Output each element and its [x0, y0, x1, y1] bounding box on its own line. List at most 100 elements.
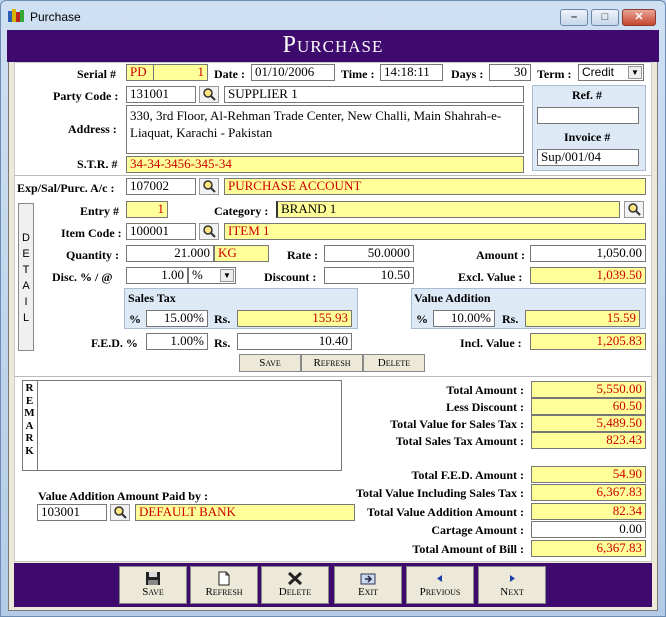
item-name-field[interactable]: ITEM 1 — [224, 223, 646, 240]
total-bill-field[interactable]: 6,367.83 — [531, 540, 646, 557]
quantity-field[interactable]: 21.000 — [126, 245, 214, 262]
cartage-amount-field[interactable]: 0.00 — [531, 521, 646, 538]
total-sales-tax-label: Total Sales Tax Amount : — [395, 434, 524, 448]
discount-field[interactable]: 10.50 — [324, 267, 414, 284]
delete-button[interactable]: Delete — [261, 566, 329, 604]
divider — [14, 376, 652, 377]
days-label: Days : — [451, 67, 484, 81]
sales-tax-rs-field[interactable]: 155.93 — [237, 310, 352, 327]
str-field[interactable]: 34-34-3456-345-34 — [126, 156, 524, 173]
time-label: Time : — [341, 67, 375, 81]
value-addition-pct-field[interactable]: 10.00% — [433, 310, 495, 327]
account-code-field[interactable]: 107002 — [126, 178, 196, 195]
va-paid-label: Value Addition Amount Paid by : — [38, 489, 208, 503]
remark-textarea[interactable] — [22, 380, 342, 471]
exit-icon — [360, 573, 376, 585]
va-paid-name-field[interactable]: DEFAULT BANK — [135, 504, 355, 521]
page-title: Purchase — [7, 30, 659, 62]
entry-field[interactable]: 1 — [126, 201, 168, 218]
detail-refresh-button[interactable]: Refresh — [301, 354, 363, 372]
title-bar: Purchase – □ ✕ — [0, 0, 664, 30]
days-field[interactable]: 30 — [489, 64, 531, 81]
incl-value-label: Incl. Value : — [460, 336, 522, 350]
magnifier-icon — [114, 506, 127, 519]
value-addition-rs-field[interactable]: 15.59 — [525, 310, 640, 327]
sales-tax-title: Sales Tax — [128, 291, 176, 305]
sales-tax-pct-label: % — [129, 312, 141, 326]
detail-delete-button[interactable]: Delete — [363, 354, 425, 372]
fed-pct-field[interactable]: 1.00% — [146, 333, 208, 350]
cartage-amount-label: Cartage Amount : — [431, 523, 524, 537]
total-value-sales-tax-field[interactable]: 5,489.50 — [531, 415, 646, 432]
item-search-button[interactable] — [199, 223, 219, 240]
value-addition-pct-label: % — [416, 312, 428, 326]
chevron-down-icon[interactable]: ▼ — [628, 66, 642, 79]
term-value: Credit — [582, 65, 615, 79]
minimize-button[interactable]: – — [560, 9, 588, 26]
term-select[interactable]: Credit ▼ — [578, 64, 644, 81]
va-paid-search-button[interactable] — [110, 504, 130, 521]
category-label: Category : — [214, 204, 269, 218]
fed-rs-field[interactable]: 10.40 — [237, 333, 352, 350]
close-button[interactable]: ✕ — [622, 9, 656, 26]
account-name-field[interactable]: PURCHASE ACCOUNT — [224, 178, 646, 195]
exit-button[interactable]: Exit — [334, 566, 402, 604]
previous-button[interactable]: Previous — [406, 566, 474, 604]
detail-save-button[interactable]: Save — [239, 354, 301, 372]
maximize-button[interactable]: □ — [591, 9, 619, 26]
party-name-field[interactable]: SUPPLIER 1 — [224, 86, 524, 103]
disc-field[interactable]: 1.00 — [126, 267, 188, 284]
item-code-field[interactable]: 100001 — [126, 223, 196, 240]
ref-label: Ref. # — [572, 88, 602, 102]
disc-type-select[interactable]: % ▼ — [188, 267, 236, 284]
next-button-label: Next — [500, 586, 524, 598]
disc-label: Disc. % / @ — [52, 270, 113, 284]
date-label: Date : — [214, 67, 245, 81]
excl-value-field[interactable]: 1,039.50 — [530, 267, 646, 284]
value-addition-title: Value Addition — [414, 291, 491, 305]
quantity-label: Quantity : — [66, 248, 120, 262]
invoice-field[interactable]: Sup/001/04 — [537, 149, 639, 166]
category-field[interactable]: BRAND 1 — [276, 201, 620, 218]
save-button[interactable]: Save — [119, 566, 187, 604]
excl-value-label: Excl. Value : — [458, 270, 523, 284]
detail-letter: I — [24, 296, 28, 308]
detail-letter: L — [22, 312, 30, 324]
time-field[interactable]: 14:18:11 — [380, 64, 443, 81]
va-paid-code-field[interactable]: 103001 — [37, 504, 107, 521]
category-search-button[interactable] — [624, 201, 644, 218]
refresh-button[interactable]: Refresh — [190, 566, 258, 604]
party-code-field[interactable]: 131001 — [126, 86, 196, 103]
total-incl-sales-tax-field[interactable]: 6,367.83 — [531, 484, 646, 501]
total-value-addition-field[interactable]: 82.34 — [531, 503, 646, 520]
less-discount-field[interactable]: 60.50 — [531, 398, 646, 415]
amount-field[interactable]: 1,050.00 — [530, 245, 646, 262]
magnifier-icon — [203, 88, 216, 101]
date-field[interactable]: 01/10/2006 — [251, 64, 335, 81]
total-value-addition-label: Total Value Addition Amount : — [367, 505, 524, 519]
total-amount-field[interactable]: 5,550.00 — [531, 381, 646, 398]
party-search-button[interactable] — [199, 86, 219, 103]
ref-field[interactable] — [537, 107, 639, 124]
unit-field[interactable]: KG — [214, 245, 269, 262]
account-search-button[interactable] — [199, 178, 219, 195]
bottom-toolbar — [14, 563, 652, 607]
total-fed-field[interactable]: 54.90 — [531, 466, 646, 483]
total-sales-tax-field[interactable]: 823.43 — [531, 432, 646, 449]
sales-tax-rs-label: Rs. — [214, 312, 231, 326]
rate-field[interactable]: 50.0000 — [324, 245, 414, 262]
term-label: Term : — [537, 67, 572, 81]
sales-tax-pct-field[interactable]: 15.00% — [146, 310, 208, 327]
chevron-down-icon[interactable]: ▼ — [220, 269, 234, 282]
app-icon — [8, 9, 24, 22]
serial-number-field[interactable]: 1 — [153, 64, 208, 81]
address-field[interactable]: 330, 3rd Floor, Al-Rehman Trade Center, … — [126, 105, 524, 154]
total-incl-sales-tax-label: Total Value Including Sales Tax : — [356, 486, 524, 500]
magnifier-icon — [203, 180, 216, 193]
next-button[interactable]: Next — [478, 566, 546, 604]
amount-label: Amount : — [476, 248, 526, 262]
total-bill-label: Total Amount of Bill : — [412, 542, 524, 556]
incl-value-field[interactable]: 1,205.83 — [530, 333, 646, 350]
remark-letter: K — [25, 444, 34, 457]
serial-prefix-field[interactable]: PD — [126, 64, 154, 81]
